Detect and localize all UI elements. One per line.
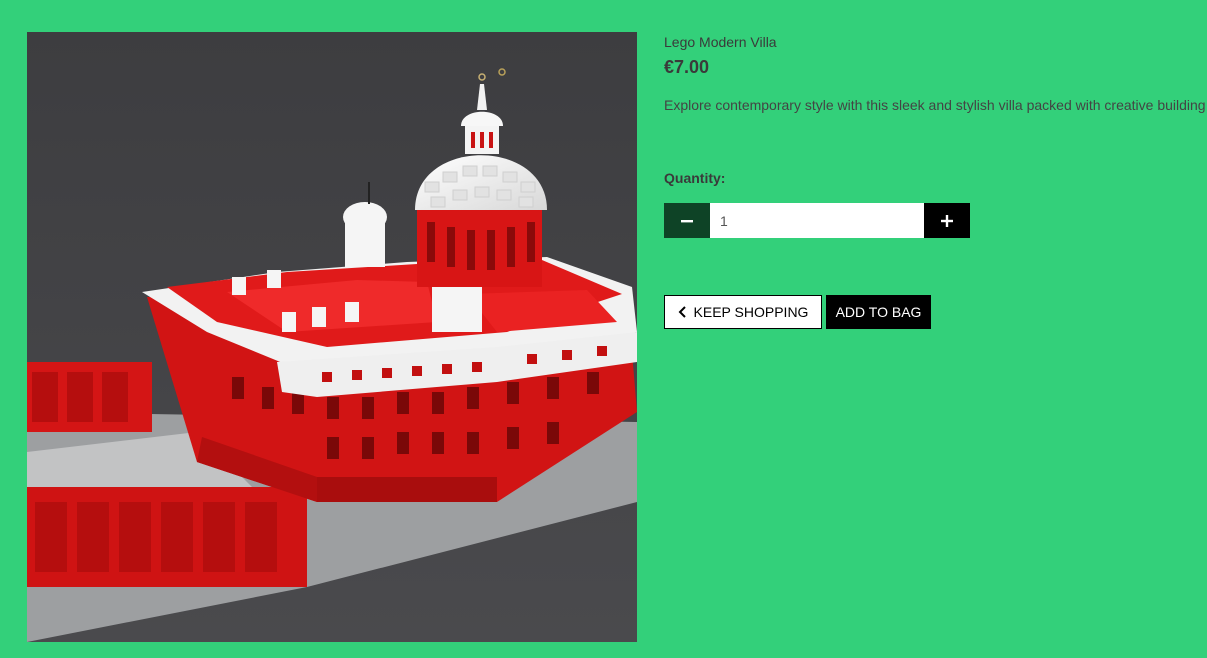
plus-icon [940,214,954,228]
product-price: €7.00 [664,57,710,77]
add-to-bag-label: ADD TO BAG [835,304,922,320]
product-image [27,32,637,642]
chevron-left-icon [678,306,688,318]
decrease-quantity-button[interactable] [664,203,710,238]
minus-icon [680,214,694,228]
lego-villa-illustration [27,32,637,642]
product-description: Explore contemporary style with this sle… [664,97,1207,113]
keep-shopping-button[interactable]: KEEP SHOPPING [664,295,822,329]
increase-quantity-button[interactable] [924,203,970,238]
keep-shopping-label: KEEP SHOPPING [693,304,809,320]
quantity-label: Quantity: [664,170,726,186]
quantity-stepper [664,203,970,238]
quantity-input[interactable] [710,203,924,238]
add-to-bag-button[interactable]: ADD TO BAG [826,295,931,329]
product-name: Lego Modern Villa [664,34,777,50]
